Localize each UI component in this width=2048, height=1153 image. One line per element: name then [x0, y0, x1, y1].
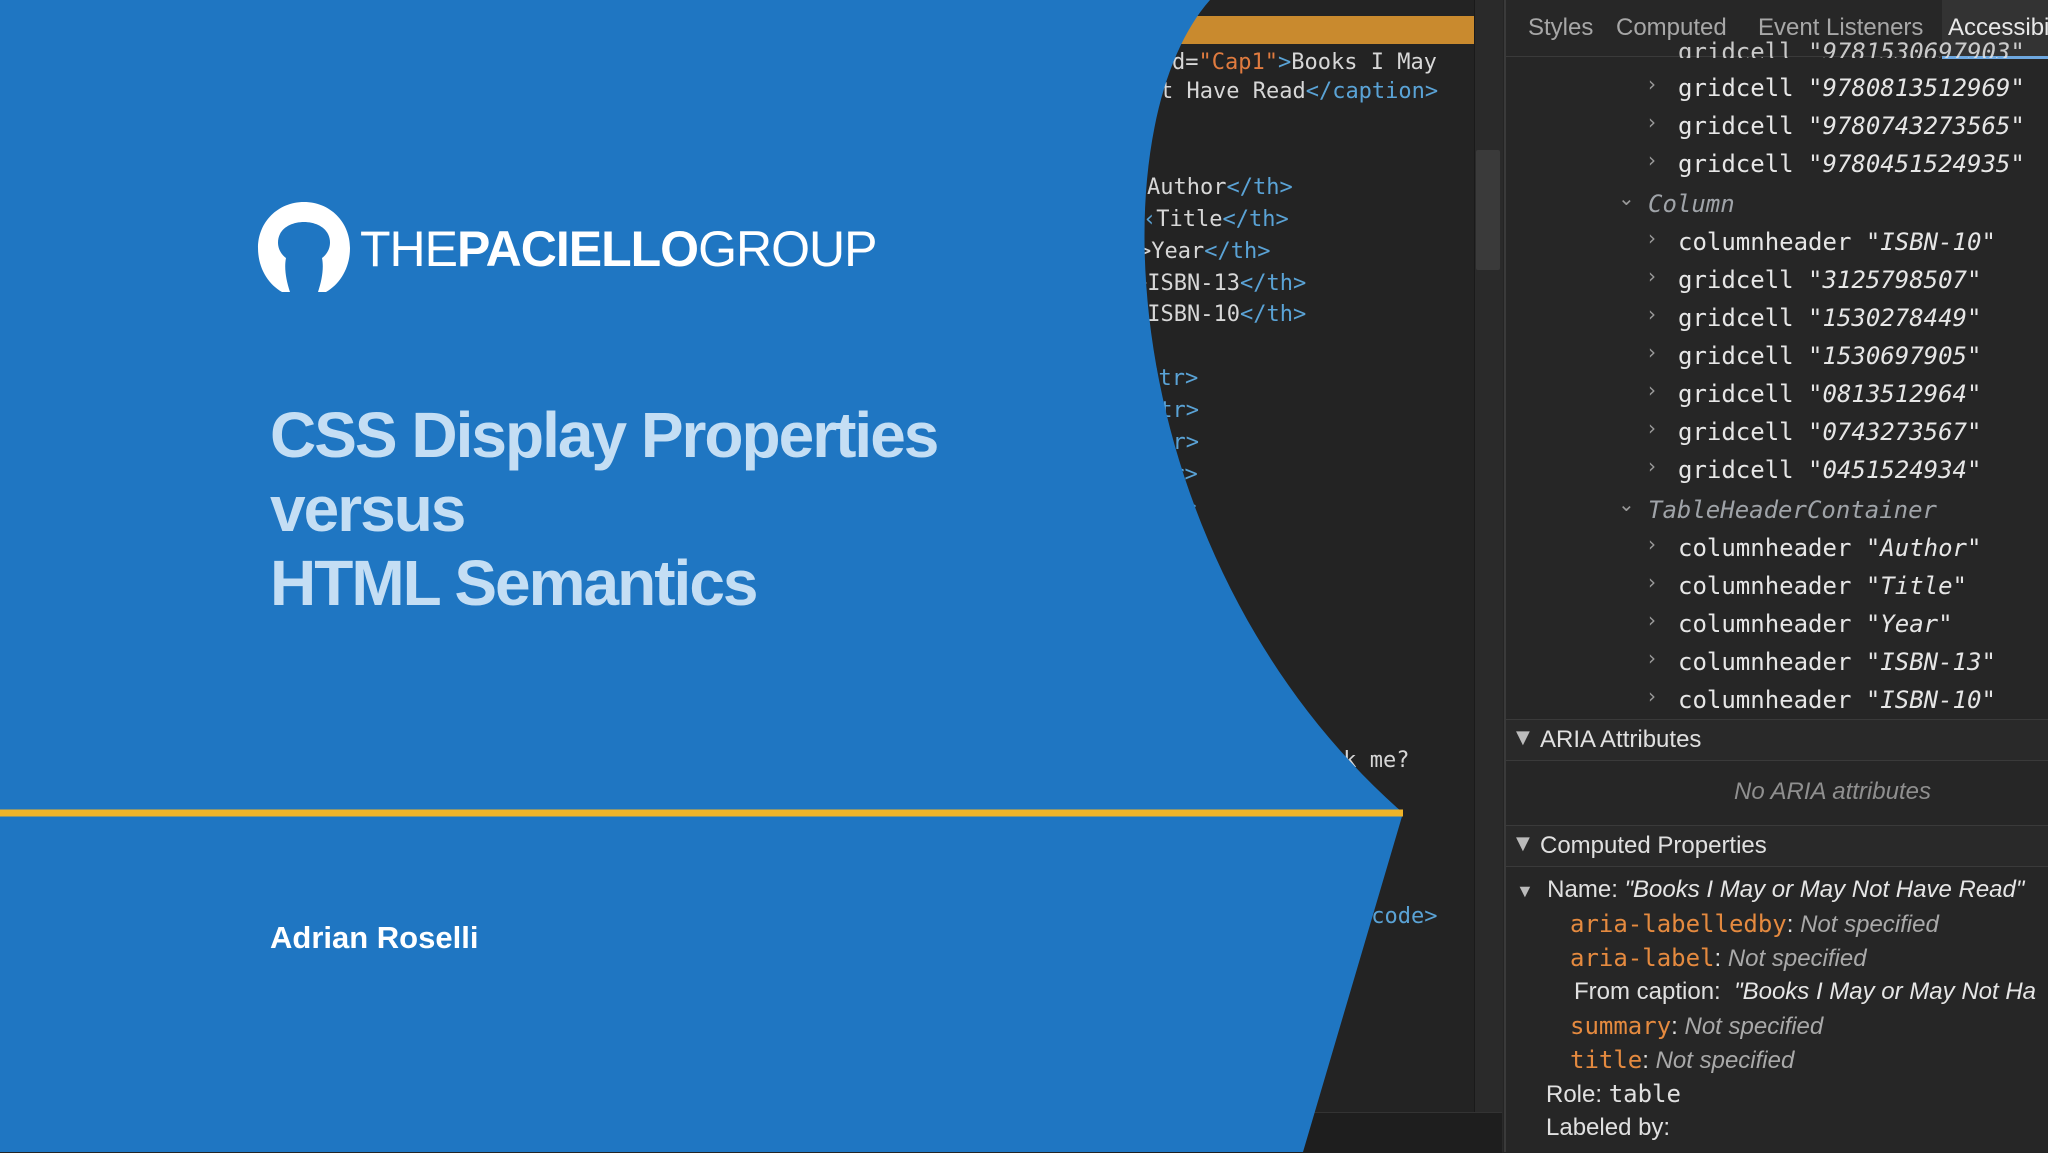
title-line: CSS Display Properties: [270, 399, 939, 471]
title-line: versus: [270, 473, 466, 545]
slide-title: CSS Display Properties versus HTML Seman…: [270, 398, 1030, 620]
brand-wordmark: THEPACIELLOGROUP: [360, 221, 877, 277]
title-line: HTML Semantics: [270, 547, 759, 619]
paciello-logo-icon: [258, 202, 350, 292]
author-name: Adrian Roselli: [270, 920, 479, 955]
